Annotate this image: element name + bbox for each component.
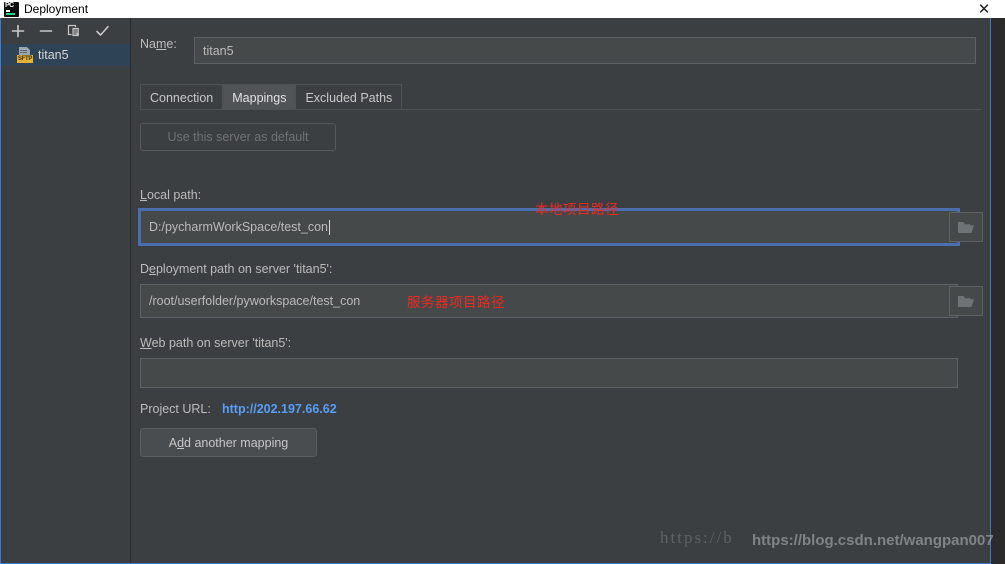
window-outer-right xyxy=(991,18,1005,564)
web-path-label: Web path on server 'titan5': xyxy=(140,336,292,350)
tab-underline xyxy=(140,109,981,110)
deployment-dialog: PC Deployment ✕ SFTP titan5 Name: titan5… xyxy=(0,0,1005,564)
add-another-mapping-button[interactable]: Add another mapping xyxy=(140,428,317,457)
pycharm-icon: PC xyxy=(4,1,19,17)
project-url-label: Project URL: xyxy=(140,402,211,416)
tab-mappings[interactable]: Mappings xyxy=(222,84,297,110)
close-icon[interactable]: ✕ xyxy=(973,0,995,18)
use-server-as-default-button[interactable]: Use this server as default xyxy=(140,123,336,151)
copy-server-button[interactable] xyxy=(61,19,87,43)
local-path-browse-button[interactable] xyxy=(949,212,983,242)
title-bar: PC Deployment xyxy=(0,0,1005,18)
deployment-path-value: /root/userfolder/pyworkspace/test_con xyxy=(149,294,361,308)
add-server-button[interactable] xyxy=(5,19,31,43)
web-path-input[interactable] xyxy=(140,358,958,388)
folder-icon xyxy=(958,221,974,233)
deployment-path-input[interactable]: /root/userfolder/pyworkspace/test_con xyxy=(140,284,958,318)
local-path-label: Local path: xyxy=(140,188,202,202)
name-input[interactable]: titan5 xyxy=(194,37,976,64)
name-label: Name: xyxy=(140,37,177,51)
name-row: Name: xyxy=(140,37,177,51)
sftp-server-icon: SFTP xyxy=(17,47,33,63)
deployment-path-label: Deployment path on server 'titan5': xyxy=(140,262,333,276)
sftp-badge-label: SFTP xyxy=(17,55,33,63)
list-item[interactable]: SFTP titan5 xyxy=(1,44,130,66)
watermark-url: https://blog.csdn.net/wangpan007 xyxy=(752,532,994,549)
server-list-panel: SFTP titan5 xyxy=(1,18,131,563)
titlebar-right-edge xyxy=(999,0,1005,18)
project-url-link[interactable]: http://202.197.66.62 xyxy=(222,402,337,416)
remove-server-button[interactable] xyxy=(33,19,59,43)
set-default-button[interactable] xyxy=(89,19,115,43)
server-name-label: titan5 xyxy=(38,48,69,62)
server-list-toolbar xyxy=(1,18,130,44)
annotation-local-path: 本地项目路径 xyxy=(535,202,619,218)
tab-bar: Connection Mappings Excluded Paths xyxy=(140,84,403,110)
local-path-value: D:/pycharmWorkSpace/test_con xyxy=(149,220,329,234)
watermark-serif: https://b xyxy=(660,528,734,547)
folder-icon xyxy=(958,295,974,307)
tab-excluded-paths[interactable]: Excluded Paths xyxy=(295,84,403,110)
window-title: Deployment xyxy=(24,2,89,16)
annotation-deployment-path: 服务器项目路径 xyxy=(407,295,505,311)
tab-connection[interactable]: Connection xyxy=(140,84,224,110)
deployment-path-browse-button[interactable] xyxy=(949,286,983,316)
mappings-form-panel: Name: titan5 Connection Mappings Exclude… xyxy=(131,18,990,563)
